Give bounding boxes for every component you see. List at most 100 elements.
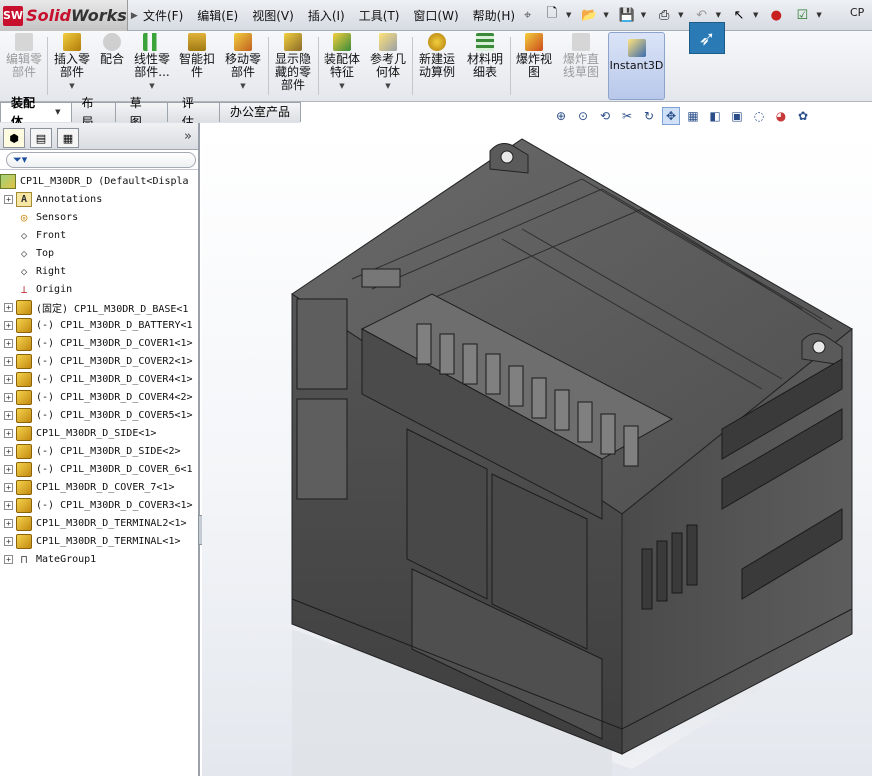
tree-node[interactable]: + ⊓ MateGroup1 <box>0 550 198 568</box>
undo-dropdown-icon[interactable]: ▼ <box>716 11 721 19</box>
tree-node[interactable]: ◇ Right <box>0 262 198 280</box>
save-icon[interactable]: 💾 <box>615 4 639 26</box>
exploded-view-button[interactable]: 爆炸视 图 <box>513 33 555 99</box>
new-dropdown-icon[interactable]: ▼ <box>566 11 571 19</box>
tree-node[interactable]: + (-) CP1L_M30DR_D_COVER4<2> <box>0 388 198 406</box>
reference-geometry-dropdown-icon[interactable]: ▼ <box>385 80 390 93</box>
tree-node[interactable]: + CP1L_M30DR_D_TERMINAL2<1> <box>0 514 198 532</box>
tab-assembly-dropdown-icon[interactable]: ▼ <box>55 103 60 122</box>
insert-part-dropdown-icon[interactable]: ▼ <box>69 80 74 93</box>
tab-office-products[interactable]: 办公室产品 <box>218 102 301 122</box>
bill-of-materials-button[interactable]: 材料明 细表 <box>464 33 506 99</box>
reference-geometry-button[interactable]: 参考几 何体 ▼ <box>367 33 409 99</box>
tab-evaluate[interactable]: 评估 <box>166 96 220 129</box>
tree-node[interactable]: + (-) CP1L_M30DR_D_COVER2<1> <box>0 352 198 370</box>
explode-line-sketch-button[interactable]: 爆炸直 线草图 <box>559 33 603 99</box>
pan-icon[interactable]: ✥ <box>662 106 680 125</box>
insert-part-button[interactable]: 插入零 部件 ▼ <box>52 33 92 99</box>
menu-edit[interactable]: 编辑(E) <box>190 5 245 27</box>
assembly-feature-button[interactable]: 装配体 特征 ▼ <box>322 33 362 99</box>
previous-view-icon[interactable]: ⟲ <box>596 107 614 125</box>
mate-button[interactable]: 配合 <box>97 33 127 99</box>
expand-toggle-icon[interactable]: + <box>4 500 13 510</box>
menu-view[interactable]: 视图(V) <box>245 5 301 27</box>
tree-node[interactable]: + CP1L_M30DR_D_COVER_7<1> <box>0 478 198 496</box>
tree-node[interactable]: + A Annotations <box>0 190 198 208</box>
appearance-icon[interactable]: ◕ <box>772 107 790 125</box>
expand-toggle-icon[interactable]: + <box>4 446 13 456</box>
menu-window[interactable]: 窗口(W) <box>406 5 465 27</box>
menu-tools[interactable]: 工具(T) <box>352 5 407 27</box>
property-manager-tab-icon[interactable]: ▤ <box>30 128 52 148</box>
tree-node[interactable]: ◎ Sensors <box>0 208 198 226</box>
expand-toggle-icon[interactable]: + <box>4 302 13 312</box>
tree-node[interactable]: + (固定) CP1L_M30DR_D_BASE<1 <box>0 298 198 316</box>
select-cursor-icon[interactable]: ↖ <box>727 4 751 26</box>
print-dropdown-icon[interactable]: ▼ <box>678 11 683 19</box>
expand-toggle-icon[interactable]: + <box>4 554 13 564</box>
expand-toggle-icon[interactable]: + <box>4 356 13 366</box>
print-icon[interactable]: ⎙ <box>652 4 676 26</box>
solidworks-logo[interactable]: SW SolidWorks ▶ <box>0 0 138 31</box>
move-component-dropdown-icon[interactable]: ▼ <box>240 80 245 93</box>
smart-fastener-button[interactable]: 智能扣 件 <box>177 33 217 99</box>
expand-toggle-icon[interactable]: + <box>4 194 13 204</box>
tree-node[interactable]: + CP1L_M30DR_D_SIDE<1> <box>0 424 198 442</box>
section-view-icon[interactable]: ✂ <box>618 107 636 125</box>
expand-toggle-icon[interactable]: + <box>4 374 13 384</box>
assembly-feature-dropdown-icon[interactable]: ▼ <box>339 80 344 93</box>
tree-node[interactable]: + (-) CP1L_M30DR_D_COVER3<1> <box>0 496 198 514</box>
show-hidden-components-button[interactable]: 显示隐 藏的零 部件 <box>272 33 314 99</box>
display-style-icon[interactable]: ◧ <box>706 107 724 125</box>
tree-node[interactable]: ◇ Front <box>0 226 198 244</box>
zoom-to-fit-icon[interactable]: ⊕ <box>552 107 570 125</box>
filter-input[interactable]: ⏷▾ <box>6 151 196 168</box>
open-dropdown-icon[interactable]: ▼ <box>603 11 608 19</box>
linear-pattern-button[interactable]: 线性零 部件... ▼ <box>131 33 173 99</box>
tree-node[interactable]: + (-) CP1L_M30DR_D_COVER4<1> <box>0 370 198 388</box>
tree-node[interactable]: + (-) CP1L_M30DR_D_COVER5<1> <box>0 406 198 424</box>
panel-expand-icon[interactable]: » <box>184 129 192 144</box>
tree-node[interactable]: + (-) CP1L_M30DR_D_BATTERY<1 <box>0 316 198 334</box>
graphics-viewport[interactable] <box>202 129 872 776</box>
pin-icon[interactable]: ⌖ <box>524 8 531 23</box>
visibility-icon[interactable]: ◌ <box>750 107 768 125</box>
expand-toggle-icon[interactable]: + <box>4 320 13 330</box>
edit-part-button[interactable]: 编辑零 部件 <box>4 33 44 99</box>
zoom-to-area-icon[interactable]: ⊙ <box>574 107 592 125</box>
tab-assembly[interactable]: 装配体 ▼ <box>0 96 72 129</box>
expand-toggle-icon[interactable]: + <box>4 464 13 474</box>
options-icon[interactable]: ☑ <box>790 4 814 26</box>
save-dropdown-icon[interactable]: ▼ <box>641 11 646 19</box>
expand-toggle-icon[interactable]: + <box>4 482 13 492</box>
menu-insert[interactable]: 插入(I) <box>301 5 352 27</box>
select-dropdown-icon[interactable]: ▼ <box>753 11 758 19</box>
linear-pattern-dropdown-icon[interactable]: ▼ <box>149 80 154 93</box>
configuration-manager-tab-icon[interactable]: ▦ <box>57 128 79 148</box>
rotate-view-icon[interactable]: ↻ <box>640 107 658 125</box>
new-document-icon[interactable]: 🗋 <box>540 4 564 26</box>
scene-icon[interactable]: ✿ <box>794 107 812 125</box>
options-dropdown-icon[interactable]: ▼ <box>816 11 821 19</box>
view-orientation-icon[interactable]: ▦ <box>684 107 702 125</box>
menu-help[interactable]: 帮助(H) <box>466 5 522 27</box>
feature-manager-tab-icon[interactable]: ⬢ <box>3 128 25 148</box>
open-folder-icon[interactable]: 📂 <box>577 4 601 26</box>
tab-layout[interactable]: 布局 <box>70 96 116 129</box>
expand-toggle-icon[interactable]: + <box>4 536 13 546</box>
expand-toggle-icon[interactable]: + <box>4 338 13 348</box>
instant3d-button[interactable]: Instant3D <box>608 32 665 100</box>
move-component-button[interactable]: 移动零 部件 ▼ <box>221 33 265 99</box>
tree-node[interactable]: + (-) CP1L_M30DR_D_SIDE<2> <box>0 442 198 460</box>
tree-node[interactable]: + (-) CP1L_M30DR_D_COVER_6<1 <box>0 460 198 478</box>
expand-toggle-icon[interactable]: + <box>4 410 13 420</box>
new-motion-study-button[interactable]: 新建运 动算例 <box>416 33 458 99</box>
expand-toggle-icon[interactable]: + <box>4 518 13 528</box>
tree-node[interactable]: + CP1L_M30DR_D_TERMINAL<1> <box>0 532 198 550</box>
tree-node[interactable]: ⊥ Origin <box>0 280 198 298</box>
rebuild-traffic-light-icon[interactable]: ● <box>764 4 788 26</box>
tab-sketch[interactable]: 草图 <box>114 96 168 129</box>
expand-toggle-icon[interactable]: + <box>4 428 13 438</box>
hide-show-items-icon[interactable]: ▣ <box>728 107 746 125</box>
tree-node[interactable]: + (-) CP1L_M30DR_D_COVER1<1> <box>0 334 198 352</box>
